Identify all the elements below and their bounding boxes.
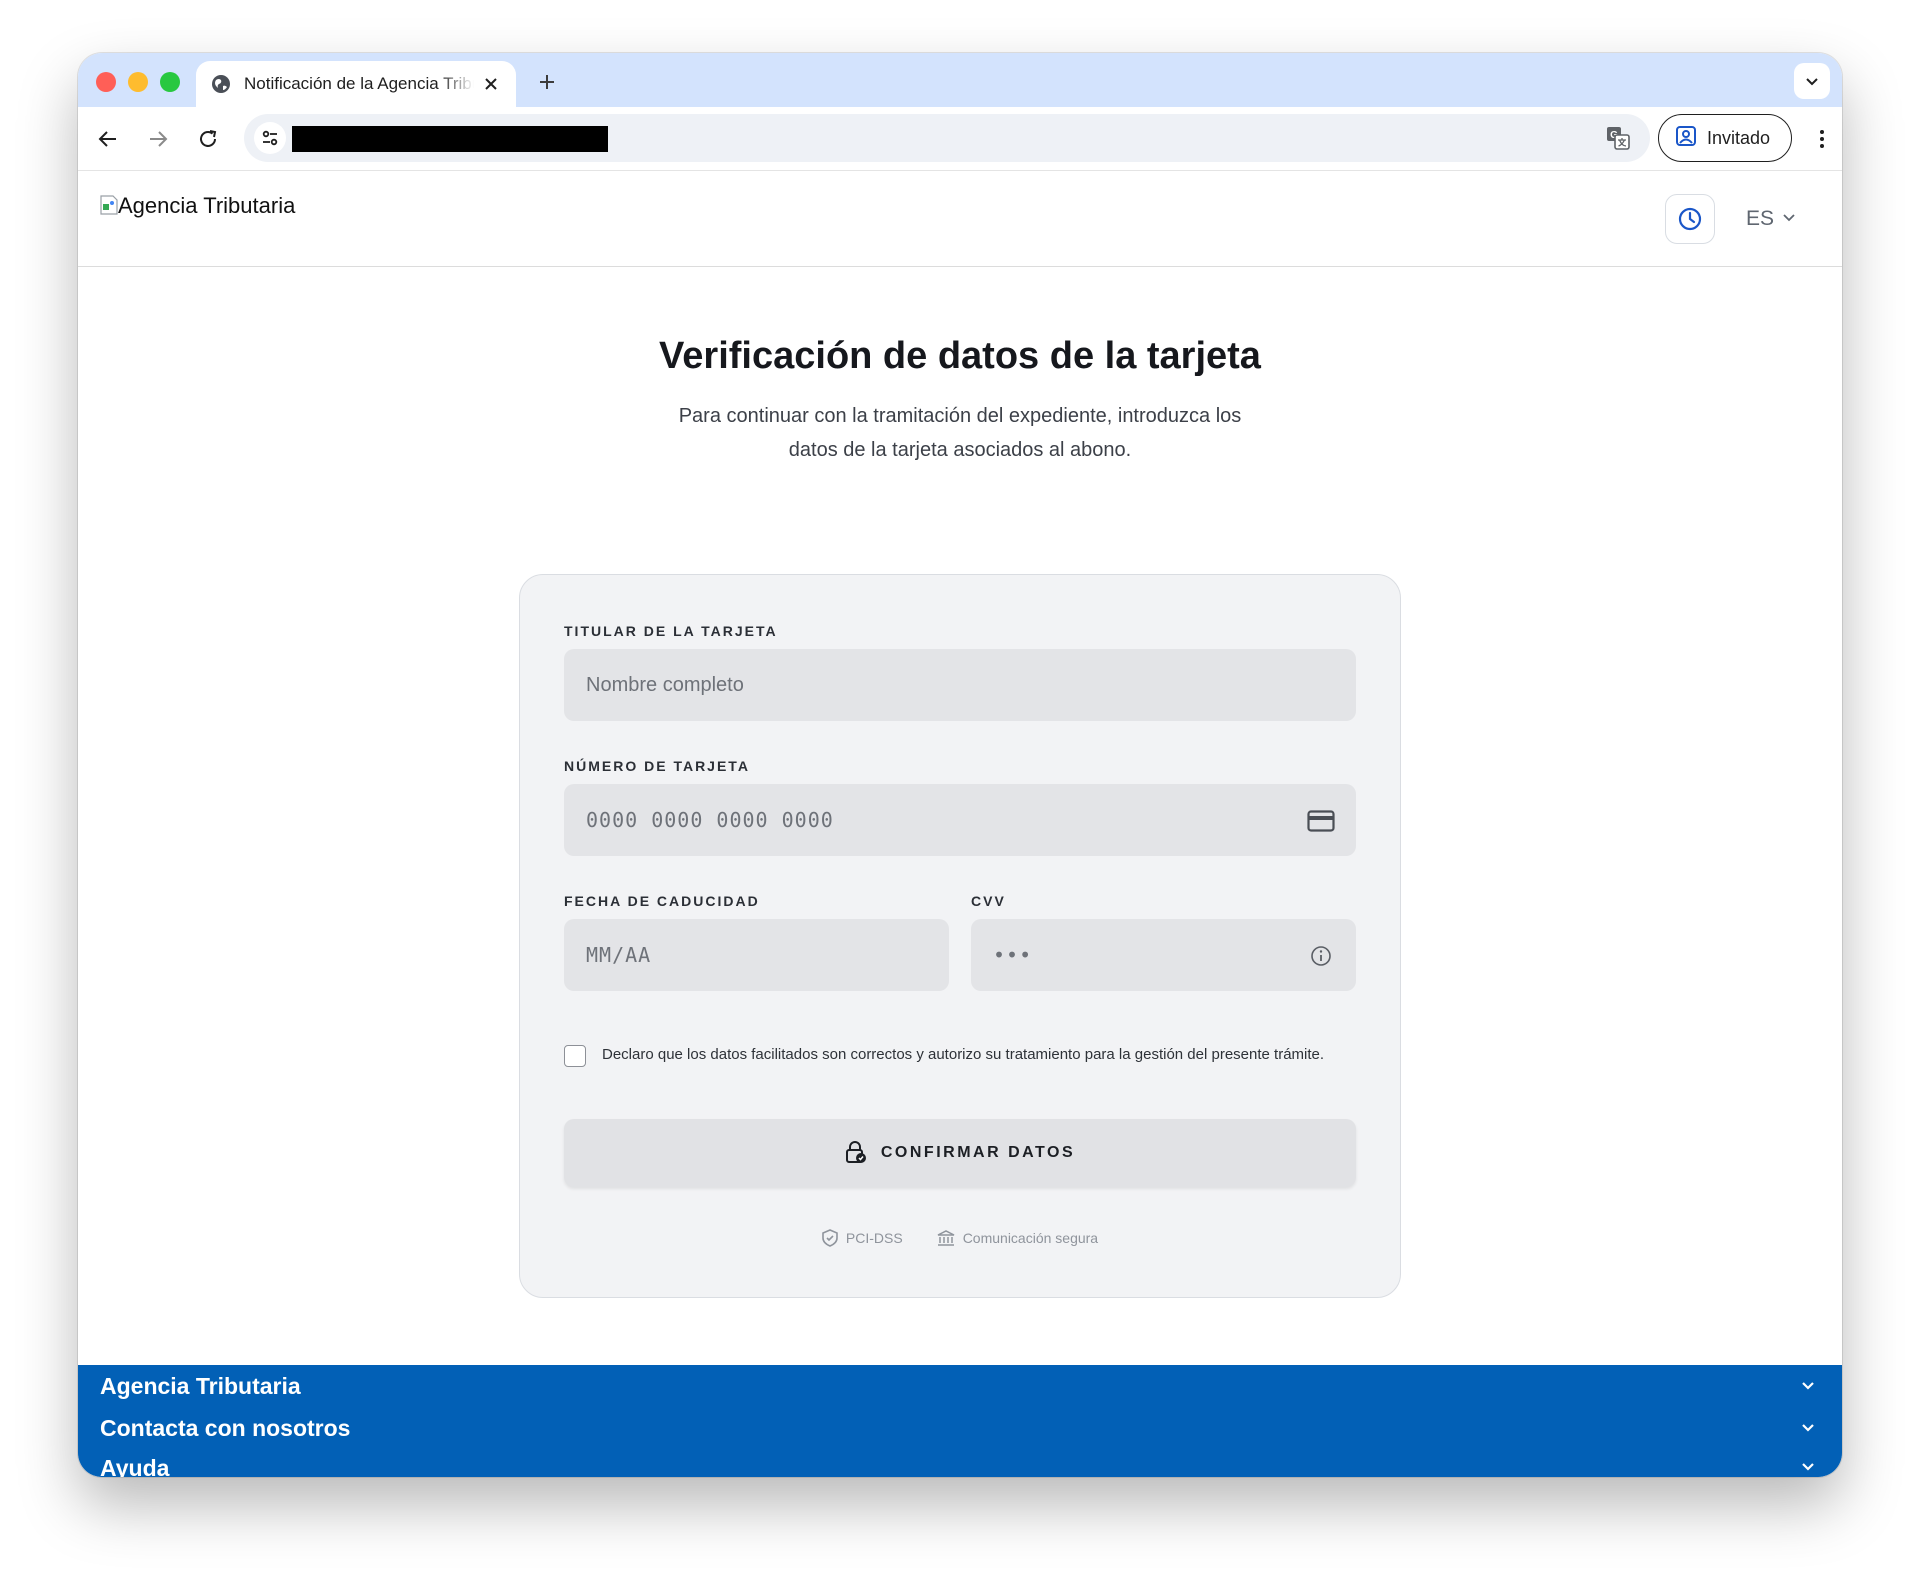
language-label: ES bbox=[1746, 207, 1775, 230]
browser-toolbar: G Invitado bbox=[78, 107, 1842, 171]
address-bar[interactable]: G bbox=[244, 114, 1650, 162]
security-badges: PCI-DSS Comunicación segura bbox=[520, 1229, 1400, 1247]
close-icon[interactable] bbox=[480, 73, 502, 95]
history-button[interactable] bbox=[1665, 194, 1715, 244]
page-content: Agencia Tributaria ES Verificación de da… bbox=[78, 171, 1842, 1477]
chevron-down-icon bbox=[1796, 1416, 1820, 1440]
footer-item-contacto[interactable]: Contacta con nosotros bbox=[78, 1407, 1842, 1449]
profile-icon bbox=[1675, 125, 1697, 152]
chevron-down-icon bbox=[1796, 1374, 1820, 1398]
shield-check-icon bbox=[822, 1229, 838, 1247]
secure-communication-badge: Comunicación segura bbox=[937, 1229, 1098, 1247]
pci-label: PCI-DSS bbox=[845, 1230, 903, 1246]
chevron-down-icon bbox=[1782, 210, 1796, 229]
page-subtitle: Para continuar con la tramitación del ex… bbox=[678, 405, 1242, 461]
new-tab-button[interactable] bbox=[532, 67, 562, 97]
url-text-redacted bbox=[292, 126, 608, 152]
site-settings-icon[interactable] bbox=[254, 122, 286, 154]
expiry-input[interactable] bbox=[586, 919, 949, 991]
page-title: Verificación de datos de la tarjeta bbox=[659, 335, 1261, 377]
maximize-window-button[interactable] bbox=[160, 72, 180, 92]
expiry-field[interactable] bbox=[564, 919, 949, 991]
cvv-input[interactable] bbox=[993, 919, 1356, 991]
chevron-down-icon bbox=[1796, 1455, 1820, 1477]
reload-icon[interactable] bbox=[192, 123, 224, 155]
language-selector[interactable]: ES bbox=[1746, 203, 1796, 235]
translate-icon[interactable]: G bbox=[1604, 124, 1632, 152]
bank-icon bbox=[937, 1230, 955, 1246]
profile-label: Invitado bbox=[1707, 127, 1771, 148]
tab-strip: Notificación de la Agencia Tributaria bbox=[78, 53, 1842, 107]
holder-field[interactable] bbox=[564, 649, 1356, 721]
confirm-label: CONFIRMAR DATOS bbox=[880, 1144, 1076, 1161]
back-arrow-icon[interactable] bbox=[92, 123, 124, 155]
browser-tab[interactable]: Notificación de la Agencia Tributaria bbox=[196, 61, 516, 107]
globe-icon bbox=[210, 73, 232, 95]
clock-icon bbox=[1678, 207, 1702, 231]
cvv-field[interactable] bbox=[971, 919, 1356, 991]
forward-arrow-icon[interactable] bbox=[142, 123, 174, 155]
profile-button[interactable]: Invitado bbox=[1658, 114, 1792, 162]
tab-search-button[interactable] bbox=[1794, 63, 1830, 99]
consent-text: Declaro que los datos facilitados son co… bbox=[602, 1046, 1325, 1063]
cvv-label: CVV bbox=[971, 893, 1006, 909]
broken-image-icon bbox=[100, 195, 118, 215]
footer-item-ayuda[interactable]: Ayuda bbox=[78, 1449, 1842, 1477]
card-number-input[interactable] bbox=[586, 784, 1356, 856]
card-number-field[interactable] bbox=[564, 784, 1356, 856]
expiry-label: FECHA DE CADUCIDAD bbox=[564, 893, 760, 909]
tab-title: Notificación de la Agencia Tributaria bbox=[244, 74, 474, 93]
footer-item-label: Ayuda bbox=[100, 1455, 170, 1477]
site-header: Agencia Tributaria ES bbox=[78, 171, 1842, 267]
chevron-down-icon bbox=[1806, 78, 1818, 86]
footer-item-agencia[interactable]: Agencia Tributaria bbox=[78, 1365, 1842, 1407]
logo-alt-text: Agencia Tributaria bbox=[118, 193, 296, 218]
more-menu-icon[interactable] bbox=[1806, 123, 1838, 155]
minimize-window-button[interactable] bbox=[128, 72, 148, 92]
browser-window: Notificación de la Agencia Tributaria bbox=[78, 53, 1842, 1477]
close-window-button[interactable] bbox=[96, 72, 116, 92]
footer-item-label: Contacta con nosotros bbox=[100, 1414, 351, 1441]
footer-item-label: Agencia Tributaria bbox=[100, 1372, 301, 1399]
credit-card-icon bbox=[1306, 806, 1336, 836]
holder-label: TITULAR DE LA TARJETA bbox=[564, 623, 778, 639]
consent-checkbox[interactable] bbox=[564, 1045, 586, 1067]
confirm-button[interactable]: CONFIRMAR DATOS bbox=[564, 1119, 1356, 1187]
lock-icon bbox=[845, 1140, 867, 1167]
holder-input[interactable] bbox=[586, 649, 1356, 721]
info-icon[interactable] bbox=[1306, 941, 1336, 971]
site-footer: Agencia Tributaria Contacta con nosotros… bbox=[78, 1365, 1842, 1477]
card-form: TITULAR DE LA TARJETA NÚMERO DE TARJETA … bbox=[519, 574, 1401, 1298]
pci-badge: PCI-DSS bbox=[822, 1229, 903, 1247]
site-logo[interactable]: Agencia Tributaria bbox=[100, 193, 295, 219]
number-label: NÚMERO DE TARJETA bbox=[564, 758, 750, 774]
secure-label: Comunicación segura bbox=[962, 1230, 1099, 1246]
